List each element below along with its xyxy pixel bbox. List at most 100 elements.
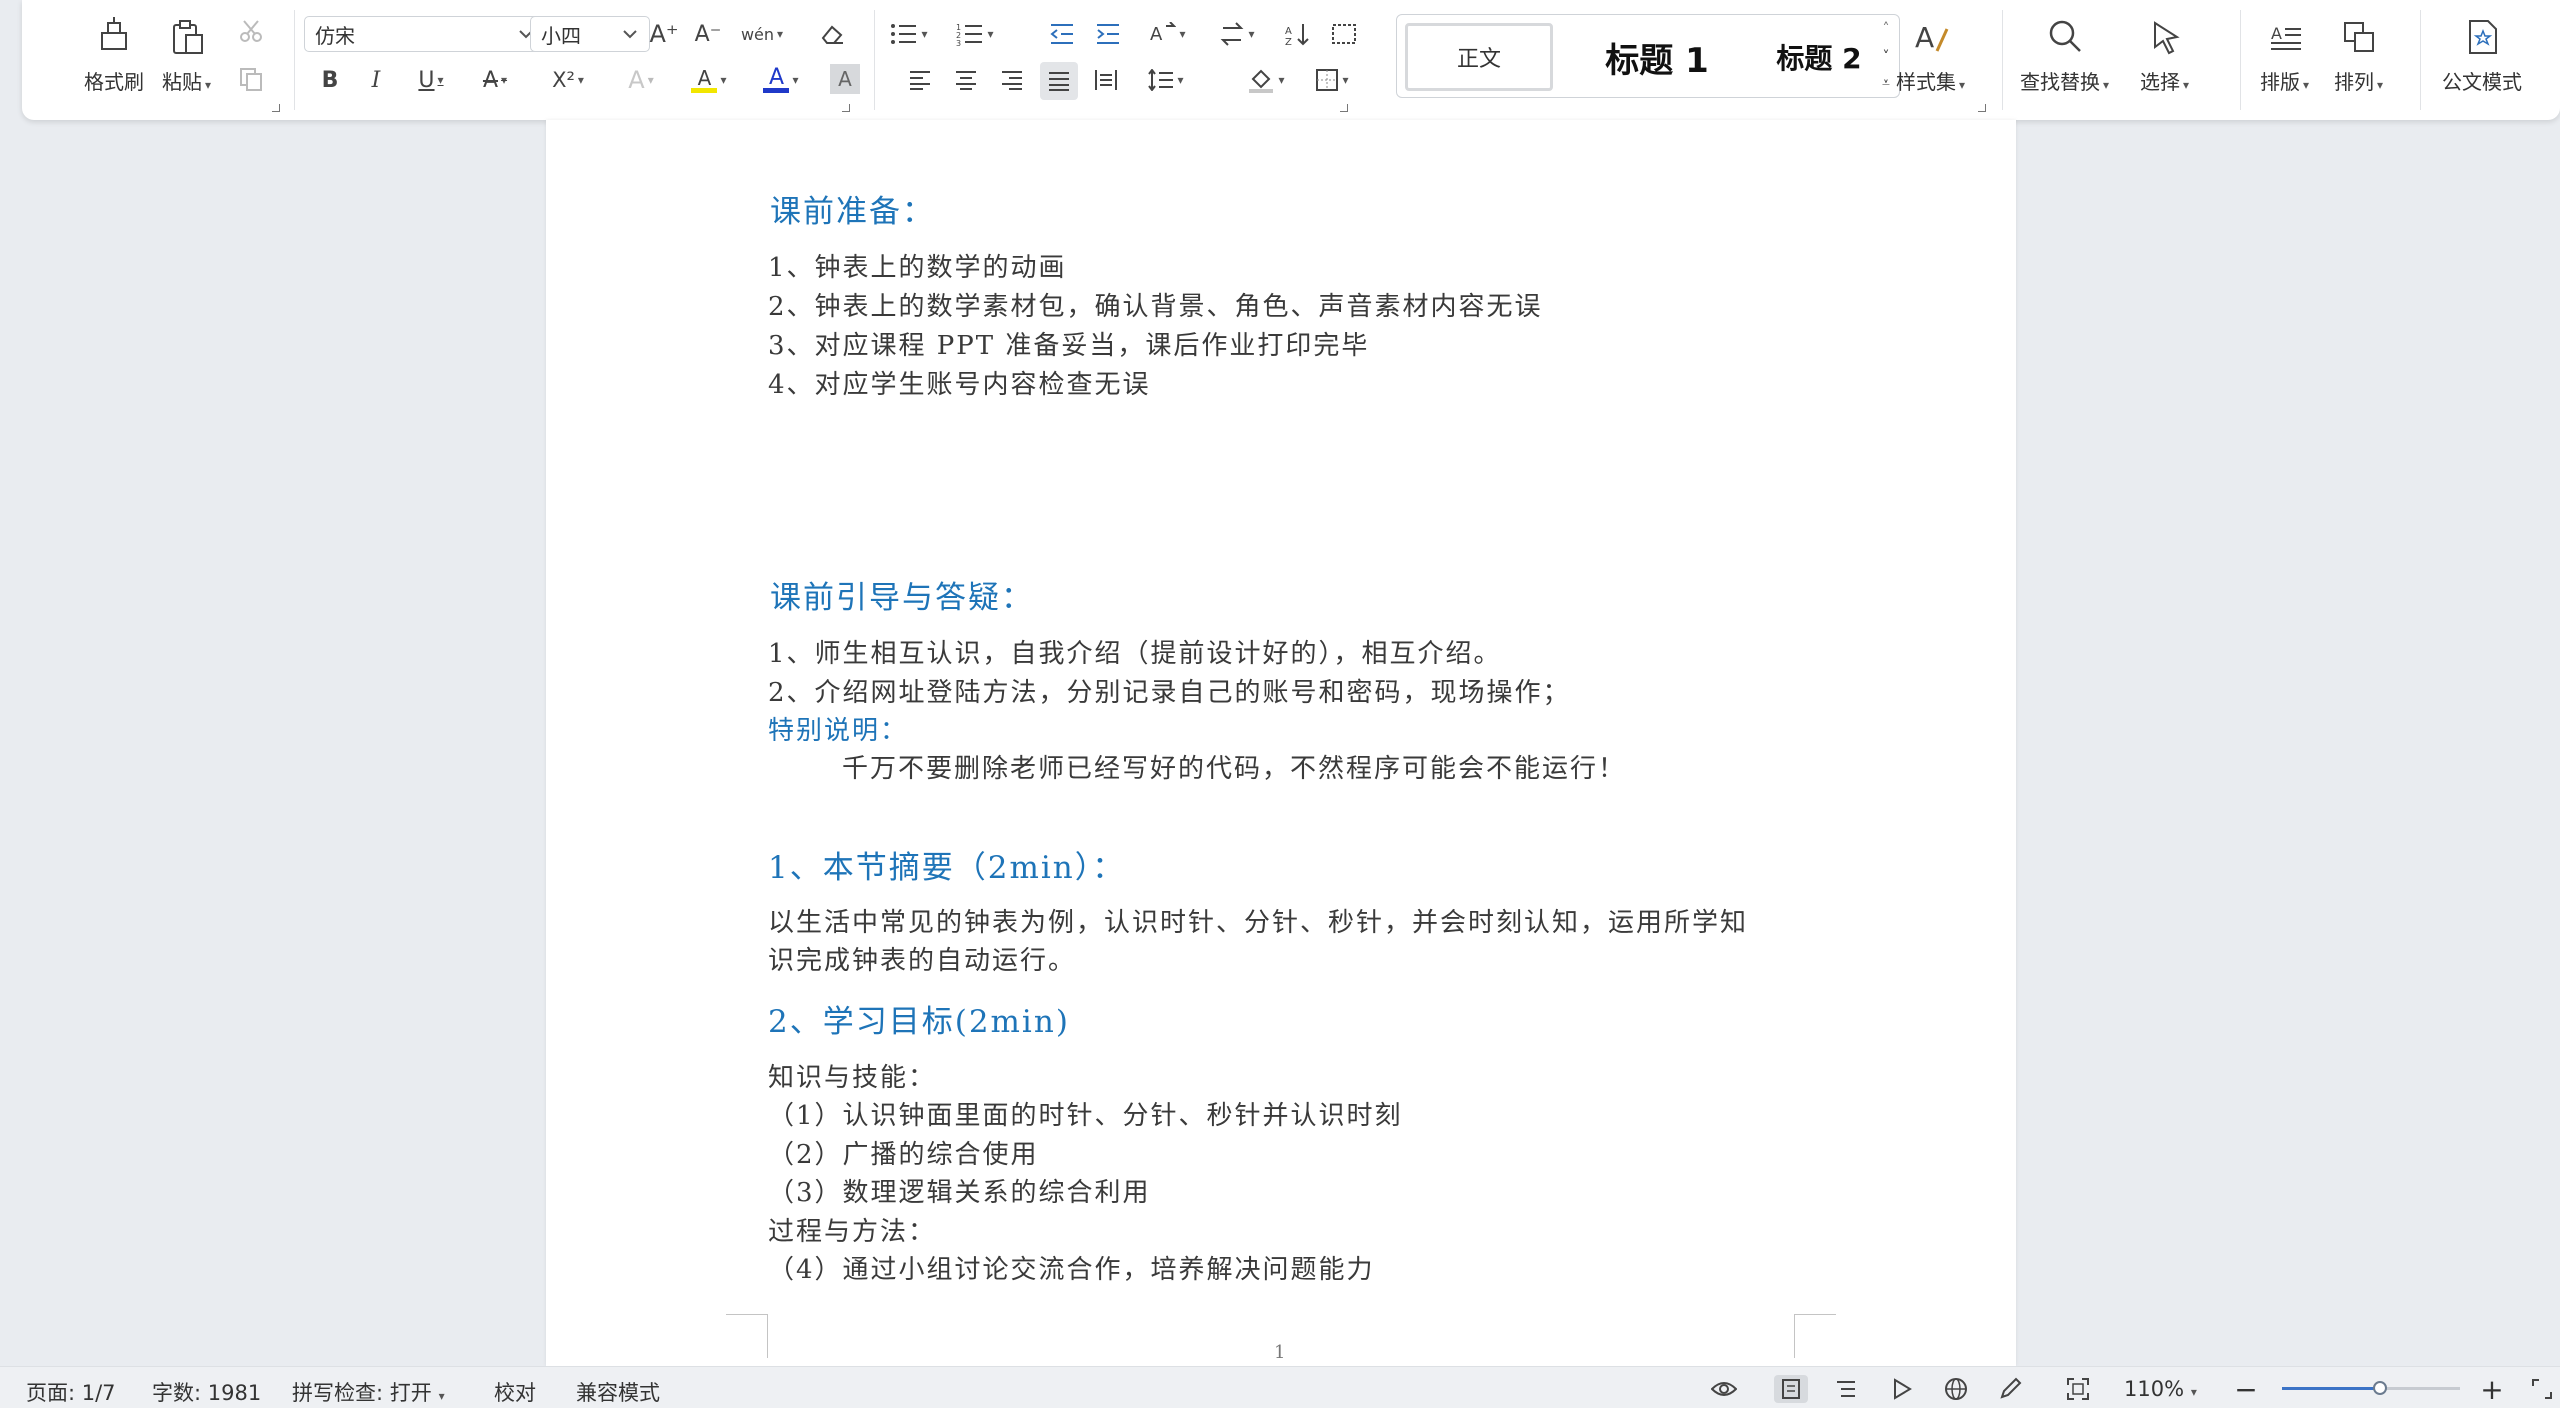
justify-button[interactable] xyxy=(1040,62,1078,100)
char-shading-button[interactable]: A xyxy=(830,64,860,94)
zoom-slider[interactable] xyxy=(2282,1381,2460,1395)
format-painter-icon xyxy=(94,12,134,62)
web-view-button[interactable] xyxy=(1942,1375,1970,1403)
text-direction-button[interactable]: A ▾ xyxy=(1142,16,1192,52)
ribbon-separator xyxy=(2002,10,2003,110)
write-mode-button[interactable] xyxy=(1996,1375,2024,1403)
paragraph-dialog-launcher[interactable] xyxy=(1340,104,1348,112)
format-painter-button[interactable]: 格式刷 xyxy=(84,12,144,95)
svg-text:A: A xyxy=(1915,21,1934,54)
align-left-icon xyxy=(910,71,930,90)
fit-page-button[interactable] xyxy=(2064,1375,2092,1403)
font-dialog-launcher[interactable] xyxy=(842,104,850,112)
styles-dialog-launcher[interactable] xyxy=(1978,104,1986,112)
find-replace-button[interactable]: 查找替换 ▾ xyxy=(2020,12,2109,95)
show-marks-button[interactable] xyxy=(1326,16,1362,52)
svg-text:Z: Z xyxy=(1285,37,1292,46)
decrease-indent-button[interactable] xyxy=(1044,16,1080,52)
shrink-font-button[interactable]: A⁻ xyxy=(688,16,728,52)
sort-icon: AZ xyxy=(1285,24,1309,46)
official-mode-button[interactable]: 公文模式 xyxy=(2442,12,2522,95)
sort-button[interactable]: AZ xyxy=(1280,16,1316,52)
styles-scroll-down[interactable]: ˅ xyxy=(1875,45,1897,69)
page-view-button[interactable] xyxy=(1774,1375,1808,1403)
style-heading-2[interactable]: 标题 2 xyxy=(1749,23,1889,91)
zoom-out-button[interactable]: − xyxy=(2232,1373,2260,1406)
clipboard-dialog-launcher[interactable] xyxy=(272,104,280,112)
sort-direction-button[interactable]: ▾ xyxy=(1212,16,1262,52)
increase-indent-button[interactable] xyxy=(1090,16,1126,52)
line-spacing-button[interactable]: ▾ xyxy=(1140,62,1192,98)
style-normal[interactable]: 正文 xyxy=(1405,23,1553,91)
ribbon-separator xyxy=(2420,10,2421,110)
swap-icon xyxy=(1221,22,1244,46)
font-size-select[interactable]: 小四 xyxy=(530,16,650,52)
align-left-button[interactable] xyxy=(902,62,938,98)
chevron-down-icon: ˅ xyxy=(1882,49,1890,65)
zoom-level[interactable]: 110% ▾ xyxy=(2124,1377,2197,1401)
cut-button[interactable] xyxy=(236,16,266,46)
distribute-icon xyxy=(1095,70,1117,90)
spell-check-status[interactable]: 拼写检查: 打开 ▾ xyxy=(292,1377,445,1407)
word-count[interactable]: 字数: 1981 xyxy=(152,1377,261,1407)
numbered-list-button[interactable]: 123 ▾ xyxy=(950,16,1000,52)
superscript-button[interactable]: X² ▾ xyxy=(540,62,596,98)
special-note-label: 特别说明： xyxy=(768,716,909,746)
phonetic-guide-button[interactable]: wén ▾ xyxy=(734,16,790,52)
font-color-button[interactable]: A ▾ xyxy=(750,62,812,98)
strikethrough-button[interactable]: A ▾ xyxy=(470,62,520,98)
zoom-in-button[interactable]: + xyxy=(2478,1373,2506,1406)
align-right-button[interactable] xyxy=(994,62,1030,98)
eraser-icon xyxy=(821,25,843,44)
goal-item: （2）广播的综合使用 xyxy=(768,1140,1039,1170)
proofread-button[interactable]: 校对 xyxy=(494,1377,536,1407)
chevron-down-icon: ▾ xyxy=(1248,27,1255,41)
bold-button[interactable]: B xyxy=(312,62,348,98)
eye-protection-button[interactable] xyxy=(1710,1375,1738,1403)
select-button[interactable]: 选择 ▾ xyxy=(2140,12,2189,95)
compat-mode-label: 兼容模式 xyxy=(576,1381,660,1405)
distribute-button[interactable] xyxy=(1088,62,1124,98)
typeset-button[interactable]: A 排版 ▾ xyxy=(2260,12,2309,95)
heading-prep: 课前准备： xyxy=(770,194,935,230)
style-set-button[interactable]: A 样式集 ▾ xyxy=(1896,12,1965,95)
play-mode-button[interactable] xyxy=(1888,1375,1916,1403)
page-indicator[interactable]: 页面: 1/7 xyxy=(26,1377,116,1407)
align-justify-icon xyxy=(1049,72,1069,91)
arrange-label: 排列 xyxy=(2334,70,2374,94)
font-name-select[interactable]: 仿宋 xyxy=(304,16,546,52)
chevron-down-icon: ▾ xyxy=(1177,73,1184,87)
process-label: 过程与方法： xyxy=(768,1217,937,1247)
cursor-arrow-icon xyxy=(2145,12,2185,62)
copy-button[interactable] xyxy=(236,64,266,94)
arrange-button[interactable]: 排列 ▾ xyxy=(2334,12,2383,95)
svg-text:3: 3 xyxy=(956,39,961,46)
styles-scroll-up[interactable]: ˄ xyxy=(1875,17,1897,41)
bullet-list-button[interactable]: ▾ xyxy=(884,16,934,52)
outline-view-button[interactable] xyxy=(1832,1375,1860,1403)
underline-button[interactable]: U ▾ xyxy=(406,62,456,98)
style-heading-1[interactable]: 标题 1 xyxy=(1567,23,1747,91)
document-page[interactable]: 课前准备： 1、钟表上的数学的动画 2、钟表上的数学素材包，确认背景、角色、声音… xyxy=(546,120,2016,1366)
font-name-value: 仿宋 xyxy=(315,23,355,48)
zoom-slider-fill xyxy=(2282,1387,2380,1390)
chevron-down-icon: ▾ xyxy=(777,27,784,41)
ribbon-separator xyxy=(2240,10,2241,110)
styles-expand[interactable]: ⩡ xyxy=(1875,71,1897,95)
bold-icon: B xyxy=(321,67,339,93)
shading-button[interactable]: ▾ xyxy=(1238,62,1294,98)
align-center-button[interactable] xyxy=(948,62,984,98)
eye-icon xyxy=(1711,1382,1737,1396)
zoom-slider-thumb[interactable] xyxy=(2372,1381,2387,1395)
paste-button[interactable]: 粘贴 ▾ xyxy=(162,12,211,95)
summary-line: 以生活中常见的钟表为例，认识时针、分针、秒针，并会时刻认知，运用所学知 xyxy=(768,908,1749,938)
fullscreen-button[interactable] xyxy=(2528,1375,2556,1403)
highlight-button[interactable]: A ▾ xyxy=(678,62,740,98)
borders-button[interactable]: ▾ xyxy=(1306,62,1358,98)
text-effect-button[interactable]: A ▾ xyxy=(614,62,668,98)
typeset-icon: A xyxy=(2265,12,2305,62)
clear-format-button[interactable] xyxy=(812,16,852,52)
grow-font-button[interactable]: A⁺ xyxy=(644,16,684,52)
italic-button[interactable]: I xyxy=(358,62,394,98)
chevron-down-icon: ▾ xyxy=(2187,1385,2197,1399)
